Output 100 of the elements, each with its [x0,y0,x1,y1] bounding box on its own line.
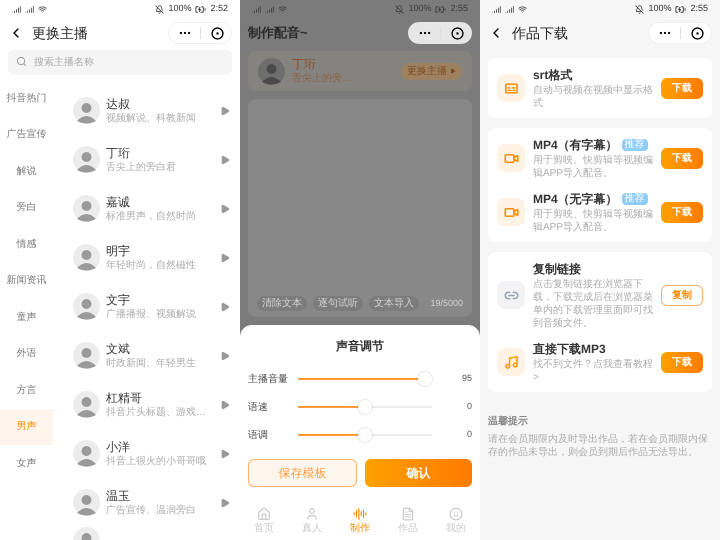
battery-percent: 100% [408,2,432,16]
anchor-description: 视频解说、科教新闻 [106,112,197,124]
confirm-button[interactable]: 确认 [365,459,472,487]
text-input-area[interactable]: 清除文本 逐句试听 文本导入 19/5000 [248,99,472,317]
battery-icon [675,4,686,14]
target-icon[interactable] [451,26,464,40]
play-icon[interactable] [220,448,230,458]
text-tool-button[interactable]: 清除文本 [257,296,307,311]
person-icon [305,507,319,521]
category-tab[interactable]: 新闻资讯 [0,262,53,299]
play-icon[interactable] [220,204,230,214]
anchor-description: 广播播报、视频解说 [106,308,197,320]
signal-icon [12,4,21,14]
wifi-icon [278,4,287,14]
avatar-image [73,489,100,516]
tips-title: 温馨提示 [488,414,529,429]
option-title: MP4（有字幕） [533,137,618,154]
anchor-description: 舌尖上的旁… [292,72,353,85]
home-icon [257,507,271,521]
anchor-description: 抖音上很火的小哥哥哦 [106,454,207,468]
clock-time: 2:52 [210,2,228,16]
bell-off-icon [155,4,164,14]
download-button[interactable]: 下载 [661,352,703,372]
download-button[interactable]: 下载 [661,202,703,222]
play-icon[interactable] [220,400,230,410]
document-icon [401,507,415,521]
link-icon [497,281,525,309]
save-template-button[interactable]: 保存模板 [248,459,357,487]
avatar-image [73,440,100,467]
battery-percent: 100% [648,2,672,16]
option-title: 复制链接 [533,261,581,278]
download-button[interactable]: 下载 [661,148,703,168]
clock-time: 2:55 [450,2,468,16]
copy-button[interactable]: 复制 [661,284,703,306]
play-icon[interactable] [220,350,230,360]
option-title: MP4（无字幕） [533,191,618,208]
slider-label: 主播音量 [248,372,289,386]
option-description: 点击复制链接在浏览器下载，下载完成后在浏览器菜单内的下载管理里面即可找到音频文件。 [533,278,654,330]
avatar-image [73,342,100,369]
avatar-image [73,195,100,222]
anchor-description: 时政新闻、年轻男生 [106,356,197,370]
category-tab[interactable]: 男声 [0,408,53,445]
anchor-name: 文宇 [106,292,131,308]
video-icon [497,144,525,172]
bell-off-icon [635,4,644,14]
search-field[interactable]: 搜索主播名称 [8,50,232,75]
avatar-image [73,97,100,124]
avatar-image [73,293,100,320]
sheet-title: 声音调节 [336,338,384,355]
signal-icon [505,4,514,14]
bell-off-icon [395,4,404,14]
page-title: 更换主播 [32,24,88,42]
slider-thumb[interactable] [358,400,372,414]
tips-text: 请在会员期限内及时导出作品，若在会员期限内保存的作品未导出，则会员到期后作品无法导出。 [488,433,709,459]
category-tab[interactable]: 广告宣传 [0,116,53,153]
category-tab[interactable]: 童声 [0,299,53,336]
anchor-name: 丁珩 [292,57,317,72]
slider-thumb[interactable] [358,428,372,442]
smiley-icon [449,507,463,521]
option-title: 直接下载MP3 [533,341,606,358]
battery-icon [435,4,446,14]
option-description: 自动与视频在视频中显示格式 [533,84,654,110]
triangle-icon [450,68,456,74]
option-description: 用于剪映、快剪辑等视频编辑APP导入配音。 [533,154,654,180]
recommend-tag: 推荐 [622,139,648,151]
category-tab[interactable]: 抖音热门 [0,80,53,116]
tab-bar-item[interactable]: 制作 [336,507,384,536]
text-tool-button[interactable]: 逐句试听 [313,296,363,311]
clock-time: 2:55 [690,2,708,16]
avatar-image [258,58,285,84]
option-title: srt格式 [533,67,572,84]
signal-icon [492,4,501,14]
avatar-image [73,391,100,418]
video-icon [497,198,525,226]
download-button[interactable]: 下载 [661,78,703,98]
slider-thumb[interactable] [418,372,432,386]
play-icon[interactable] [220,498,230,508]
battery-icon [195,4,206,14]
category-tab[interactable]: 解说 [0,153,53,190]
anchor-name: 温玉 [106,488,131,504]
recommend-tag: 推荐 [622,193,648,205]
target-icon[interactable] [211,26,224,40]
change-anchor-button[interactable]: 更换主播 [401,62,462,80]
category-tab[interactable]: 情感 [0,226,53,262]
play-icon[interactable] [220,252,230,262]
wifi-icon [38,4,47,14]
target-icon[interactable] [691,26,704,40]
option-description: 用于剪映、快剪辑等视频编辑APP导入配音。 [533,208,654,234]
category-tab[interactable]: 旁白 [0,190,53,226]
wifi-icon [518,4,527,14]
sound-bars-icon [353,507,367,521]
category-tab[interactable]: 外语 [0,336,53,372]
text-tool-button[interactable]: 文本导入 [369,296,419,311]
play-icon[interactable] [220,302,230,312]
slider-value: 0 [466,400,472,414]
category-tab[interactable]: 方言 [0,372,53,408]
category-tab[interactable]: 女声 [0,445,53,482]
play-icon[interactable] [220,106,230,116]
play-icon[interactable] [220,154,230,164]
anchor-description: 抖音片头标题、游戏… [106,406,207,418]
